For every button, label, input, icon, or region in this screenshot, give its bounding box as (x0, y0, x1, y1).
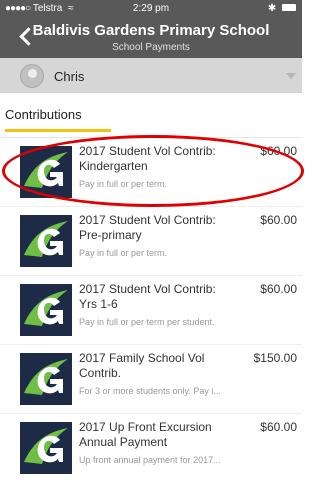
item-title: 2017 Student Vol Contrib: Kindergarten (79, 144, 216, 173)
item-description: Pay in full or per term. (79, 179, 168, 189)
user-name: Chris (54, 69, 85, 84)
item-title: 2017 Student Vol Contrib: Yrs 1-6 (79, 282, 216, 311)
item-description: Pay in full or per term per student. (79, 317, 215, 327)
chevron-down-icon[interactable] (286, 73, 296, 79)
tab-active-indicator (5, 129, 111, 132)
item-price: $150.00 (253, 351, 297, 365)
bluetooth-icon: ✱ (267, 3, 277, 14)
page-title: Baldivis Gardens Primary School (32, 22, 270, 39)
school-logo-icon (20, 284, 72, 336)
item-price: $60.00 (260, 144, 297, 158)
time-label: 2:29 pm (132, 3, 170, 14)
item-price: $60.00 (260, 282, 297, 296)
item-description: Pay in full or per term. (79, 248, 168, 258)
school-logo-icon (20, 146, 72, 198)
status-bar: ●●●●○ Telstra ≈ 2:29 pm ✱ (0, 0, 302, 20)
list-item[interactable]: 2017 Student Vol Contrib: Pre-primary $6… (0, 207, 302, 275)
list-item[interactable]: 2017 Student Vol Contrib: Kindergarten $… (0, 138, 302, 206)
item-description: For 3 or more students only. Pay i... (79, 386, 221, 396)
school-logo-icon (20, 422, 72, 474)
school-logo-icon (20, 353, 72, 405)
list-item[interactable]: 2017 Family School Vol Contrib. $150.00 … (0, 345, 302, 413)
item-price: $60.00 (260, 213, 297, 227)
battery-icon (282, 3, 296, 11)
item-title: 2017 Up Front Excursion Annual Payment (79, 420, 212, 449)
user-selector[interactable]: Chris (0, 58, 302, 93)
tab-contributions[interactable]: Contributions (5, 107, 82, 122)
school-logo-icon (20, 215, 72, 267)
item-title: 2017 Student Vol Contrib: Pre-primary (79, 213, 216, 242)
avatar (20, 64, 44, 88)
item-price: $60.00 (260, 420, 297, 434)
list-item[interactable]: 2017 Student Vol Contrib: Yrs 1-6 $60.00… (0, 276, 302, 344)
list-item[interactable]: 2017 Up Front Excursion Annual Payment $… (0, 414, 302, 482)
header: ●●●●○ Telstra ≈ 2:29 pm ✱ Baldivis Garde… (0, 0, 302, 58)
item-description: Up front annual payment for 2017... (79, 455, 221, 465)
item-title: 2017 Family School Vol Contrib. (79, 351, 205, 380)
page-subtitle: School Payments (112, 42, 190, 53)
tab-bar: Contributions (0, 93, 302, 138)
